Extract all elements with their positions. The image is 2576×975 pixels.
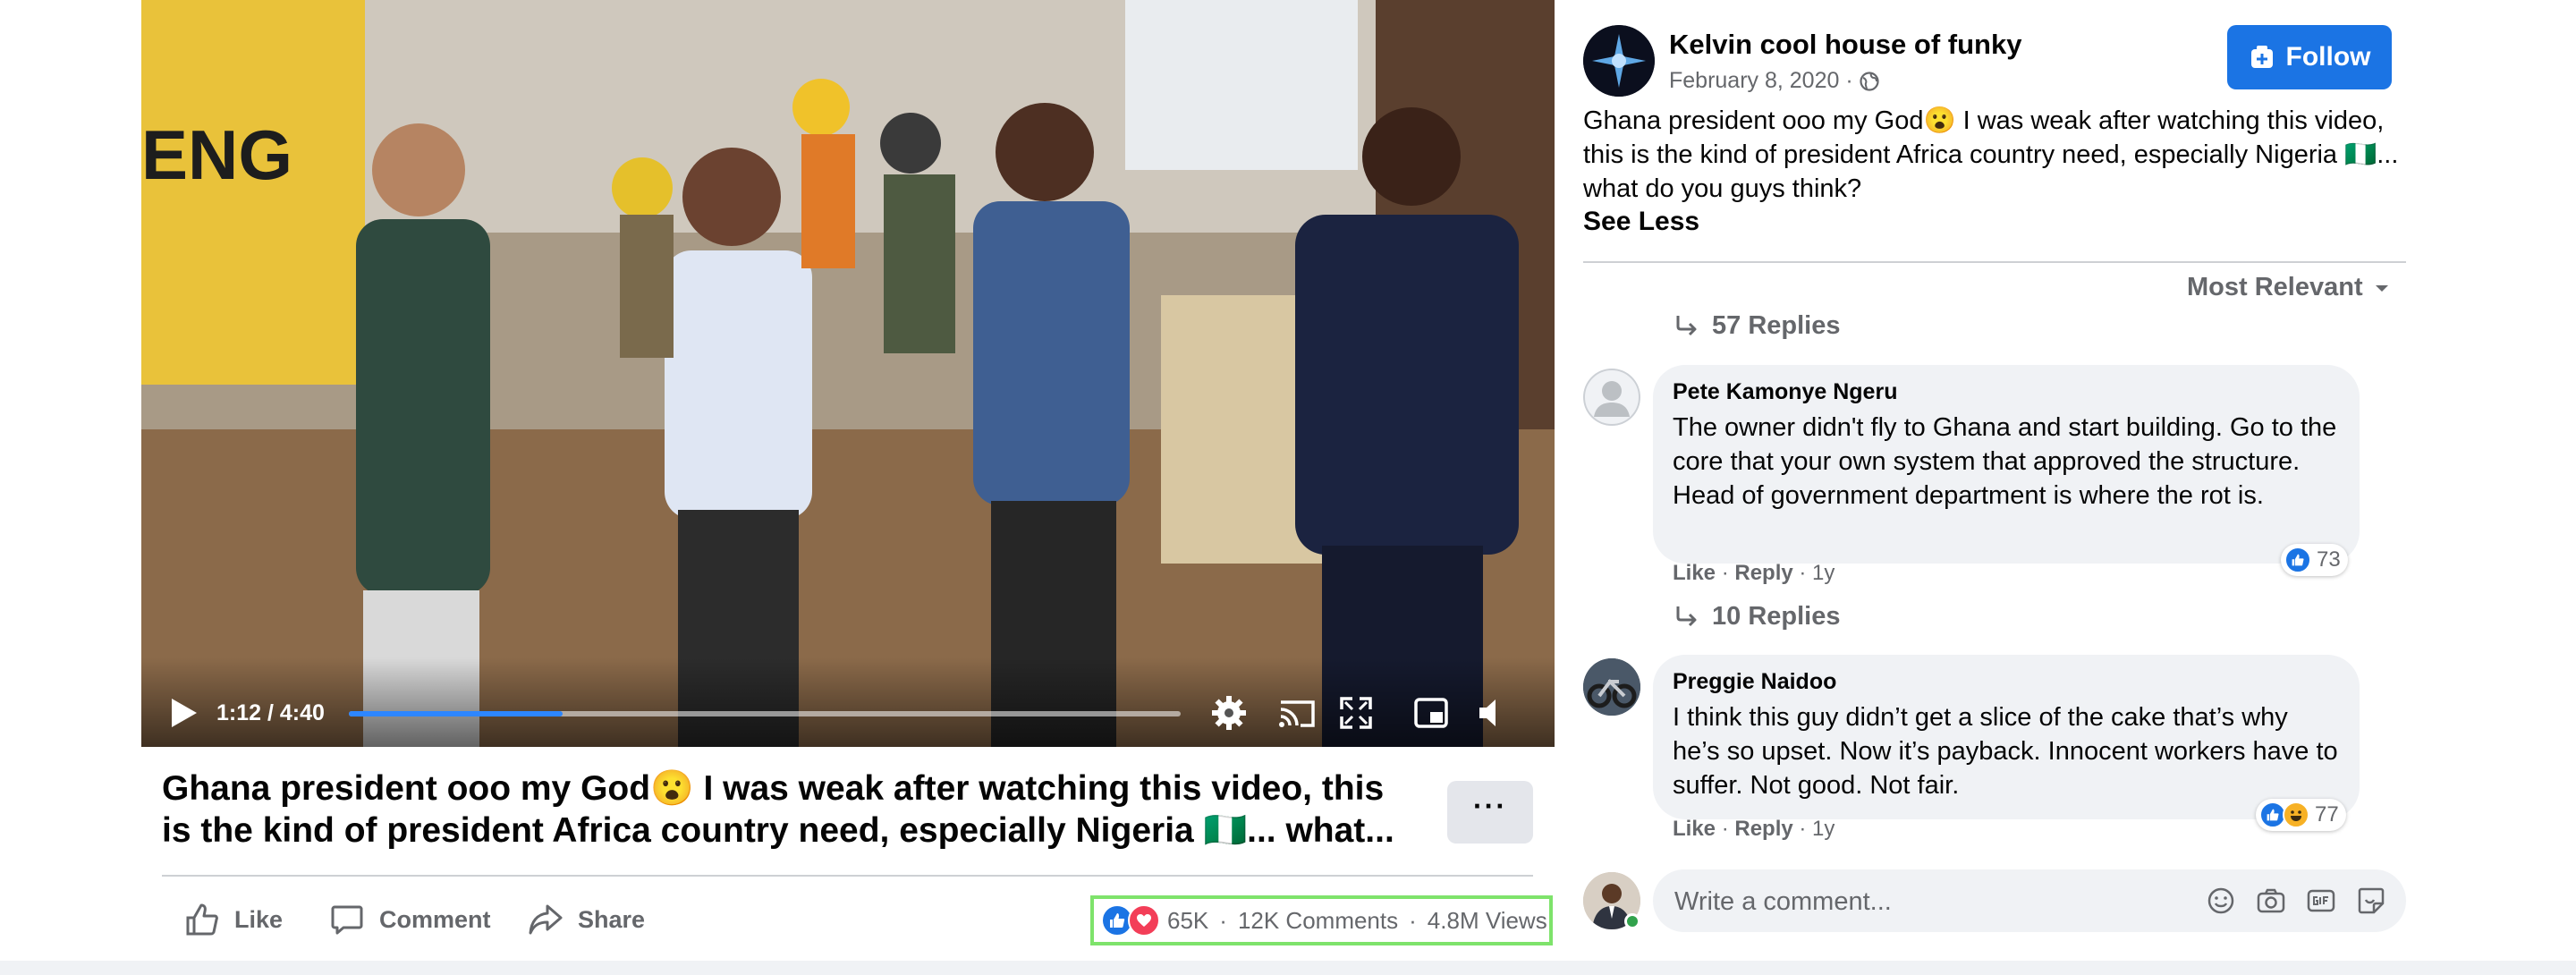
comment-reactions[interactable]: 77 [2256, 799, 2346, 831]
current-user-avatar[interactable] [1583, 872, 1640, 929]
default-avatar-icon [1583, 369, 1640, 426]
comment-reactions[interactable]: 73 [2281, 544, 2348, 576]
miniplayer-icon[interactable] [1411, 693, 1451, 733]
like-button[interactable]: Like [184, 899, 283, 940]
replies-count: 57 Replies [1712, 311, 1841, 340]
caret-down-icon [2375, 284, 2388, 292]
view-count: 4.8M Views [1427, 906, 1547, 934]
comment-button[interactable]: Comment [329, 899, 491, 940]
commenter-avatar[interactable] [1583, 658, 1640, 716]
video-progress-bar[interactable] [349, 711, 1181, 716]
post-stats[interactable]: 65K · 12K Comments · 4.8M Views [1090, 895, 1553, 945]
page-bottom-strip [0, 961, 2576, 975]
comment-age[interactable]: 1y [1812, 817, 1835, 841]
fullscreen-icon[interactable] [1336, 693, 1376, 733]
comment-sort-dropdown[interactable]: Most Relevant [2187, 273, 2392, 302]
haha-reaction-icon [2283, 801, 2309, 828]
comment-composer[interactable] [1653, 869, 2406, 934]
like-thumb-icon [186, 903, 218, 936]
comment-text: I think this guy didn’t get a slice of t… [1673, 703, 2338, 800]
view-replies-link[interactable]: 10 Replies [1673, 602, 1840, 632]
page-name[interactable]: Kelvin cool house of funky [1669, 29, 2021, 61]
comment-reply-link[interactable]: Reply [1734, 561, 1792, 585]
stats-separator: · [1409, 906, 1417, 934]
video-progress-fill [349, 711, 563, 716]
reply-arrow-icon [1676, 315, 1697, 335]
settings-gear-icon[interactable] [1209, 693, 1249, 733]
replies-count: 10 Replies [1712, 602, 1841, 631]
more-options-label: ··· [1473, 789, 1507, 822]
comment-like-link[interactable]: Like [1673, 817, 1716, 841]
comment-label: Comment [379, 905, 491, 933]
page-avatar[interactable] [1583, 25, 1655, 97]
see-less-link[interactable]: See Less [1583, 207, 1699, 237]
video-frame: ENG [141, 0, 1555, 747]
post-text: Ghana president ooo my God😮 I was weak a… [1583, 106, 2399, 203]
play-icon[interactable] [168, 697, 199, 729]
view-replies-link[interactable]: 57 Replies [1673, 311, 1840, 341]
video-player[interactable]: ENG 1:12 / 4:40 [141, 0, 1555, 747]
divider [1583, 261, 2406, 263]
svg-text:ENG: ENG [141, 115, 292, 194]
comment-author[interactable]: Pete Kamonye Ngeru [1673, 379, 2340, 405]
video-controls: 1:12 / 4:40 [141, 657, 1555, 747]
post-title: Ghana president ooo my God😮 I was weak a… [162, 769, 1394, 850]
comment-count[interactable]: 12K Comments [1238, 907, 1398, 935]
comment-text: The owner didn't fly to Ghana and start … [1673, 413, 2337, 510]
sort-label: Most Relevant [2187, 273, 2363, 301]
like-label: Like [234, 905, 284, 933]
share-arrow-icon [529, 904, 563, 935]
reply-arrow-icon [1676, 606, 1697, 626]
comment-meta: Like · Reply · 1y [1673, 817, 1835, 841]
cast-icon[interactable] [1277, 693, 1317, 733]
post-date-text: February 8, 2020 · [1669, 68, 1853, 93]
comment-like-link[interactable]: Like [1673, 561, 1716, 585]
share-label: Share [578, 905, 646, 933]
page-logo-icon [1583, 25, 1655, 97]
love-reaction-icon [1128, 904, 1160, 937]
gif-icon[interactable] [2306, 886, 2336, 916]
like-reaction-icon [2284, 547, 2311, 573]
write-comment-input[interactable] [1673, 869, 2177, 934]
comment-bubble: Preggie Naidoo I think this guy didn’t g… [1653, 655, 2360, 819]
follow-label: Follow [2285, 42, 2371, 72]
divider [162, 875, 1533, 877]
more-options-button[interactable]: ··· [1447, 781, 1533, 844]
reaction-count: 65K [1167, 906, 1209, 934]
comment-bubble: Pete Kamonye Ngeru The owner didn't fly … [1653, 365, 2360, 564]
commenter-avatar[interactable] [1583, 369, 1640, 426]
online-status-dot [1624, 913, 1640, 929]
post-date[interactable]: February 8, 2020 · [1669, 68, 1880, 94]
volume-icon[interactable] [1474, 693, 1513, 733]
follow-page-icon [2250, 46, 2273, 68]
globe-icon [1860, 71, 1879, 91]
emoji-icon[interactable] [2206, 886, 2236, 916]
comment-reply-link[interactable]: Reply [1734, 817, 1792, 841]
camera-icon[interactable] [2256, 886, 2286, 916]
share-button[interactable]: Share [528, 899, 645, 940]
sticker-icon[interactable] [2356, 886, 2386, 916]
comment-reaction-count: 77 [2315, 802, 2339, 827]
follow-button[interactable]: Follow [2227, 25, 2392, 89]
comment-meta: Like · Reply · 1y [1673, 561, 1835, 585]
comment-reaction-count: 73 [2317, 547, 2341, 572]
stats-separator: · [1219, 906, 1227, 934]
video-time: 1:12 / 4:40 [216, 700, 325, 725]
comment-author[interactable]: Preggie Naidoo [1673, 669, 2340, 695]
comment-bubble-icon [331, 905, 363, 935]
comment-age[interactable]: 1y [1812, 561, 1835, 585]
motorcycle-photo-avatar [1583, 658, 1640, 716]
